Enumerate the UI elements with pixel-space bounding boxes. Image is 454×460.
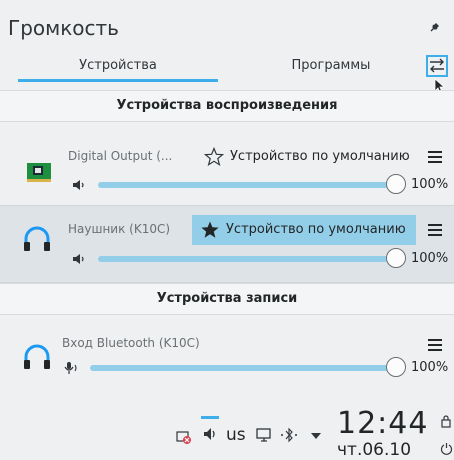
device-menu-button[interactable] bbox=[428, 151, 442, 163]
device-row: Наушник (K10C) Устройство по умолчанию 1… bbox=[0, 205, 454, 283]
volume-slider[interactable] bbox=[90, 357, 406, 377]
applet-title: Громкость bbox=[8, 16, 119, 40]
tab-devices[interactable]: Устройства bbox=[18, 56, 218, 82]
playback-devices-header: Устройства воспроизведения bbox=[0, 90, 454, 122]
pci-card-icon bbox=[27, 163, 51, 182]
speaker-icon bbox=[73, 254, 84, 264]
clock-date[interactable]: чт.06.10 bbox=[337, 440, 411, 460]
volume-slider[interactable] bbox=[98, 174, 406, 194]
device-menu-button[interactable] bbox=[428, 339, 442, 351]
recording-devices-header: Устройства записи bbox=[0, 283, 454, 315]
pin-icon[interactable] bbox=[428, 22, 440, 34]
device-name: Digital Output (... bbox=[68, 149, 173, 163]
device-name: Вход Bluetooth (K10C) bbox=[62, 336, 200, 350]
network-icon[interactable] bbox=[256, 428, 272, 443]
battery-warning-icon[interactable] bbox=[176, 428, 192, 444]
slider-handle[interactable] bbox=[386, 357, 406, 377]
star-outline-icon bbox=[204, 147, 224, 167]
clock-time[interactable]: 12:44 bbox=[337, 406, 428, 441]
bluetooth-icon[interactable] bbox=[280, 427, 298, 443]
device-row: Digital Output (... Устройство по умолча… bbox=[0, 121, 454, 205]
volume-slider[interactable] bbox=[98, 248, 406, 268]
set-default-label: Устройство по умолчанию bbox=[226, 222, 406, 237]
tab-applications[interactable]: Программы bbox=[236, 56, 426, 82]
set-default-label: Устройство по умолчанию bbox=[230, 149, 410, 164]
speaker-icon bbox=[73, 180, 84, 190]
microphone-icon bbox=[64, 362, 77, 374]
volume-icon[interactable] bbox=[202, 426, 218, 442]
headphones-icon bbox=[24, 344, 50, 369]
tab-bar: Устройства Программы bbox=[18, 56, 420, 82]
active-indicator bbox=[201, 416, 219, 419]
slider-handle[interactable] bbox=[386, 174, 406, 194]
device-row: Вход Bluetooth (K10C) 100% bbox=[0, 314, 454, 394]
star-filled-icon bbox=[201, 221, 219, 238]
volume-percent: 100% bbox=[411, 360, 449, 375]
power-icon[interactable] bbox=[440, 442, 453, 455]
device-menu-button[interactable] bbox=[428, 224, 442, 236]
slider-handle[interactable] bbox=[386, 248, 406, 268]
configure-icon bbox=[430, 58, 444, 73]
volume-percent: 100% bbox=[411, 251, 449, 266]
lock-icon[interactable] bbox=[440, 414, 452, 428]
expand-tray-icon[interactable] bbox=[310, 432, 322, 440]
set-default-button[interactable]: Устройство по умолчанию bbox=[192, 215, 416, 245]
keyboard-layout[interactable]: us bbox=[226, 425, 246, 445]
set-default-button[interactable]: Устройство по умолчанию bbox=[196, 142, 416, 172]
headphones-icon bbox=[24, 226, 50, 251]
configure-button[interactable] bbox=[426, 55, 448, 77]
device-name: Наушник (K10C) bbox=[68, 222, 171, 236]
volume-percent: 100% bbox=[411, 177, 449, 192]
